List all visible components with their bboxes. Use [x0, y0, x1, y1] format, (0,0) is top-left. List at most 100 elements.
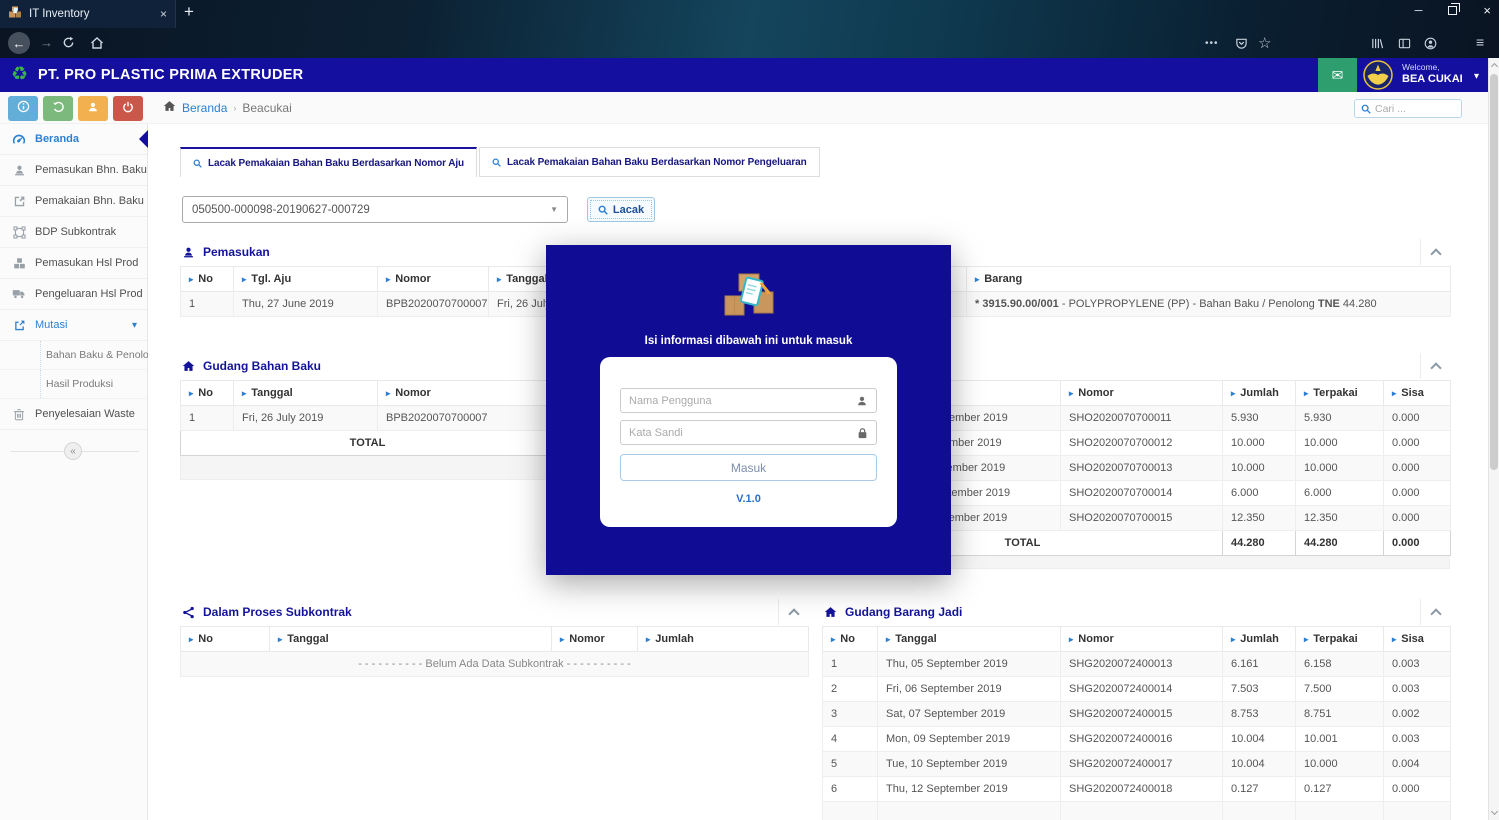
- username-input[interactable]: [629, 395, 850, 407]
- library-icon[interactable]: [1370, 37, 1384, 53]
- masuk-button[interactable]: Masuk: [620, 454, 877, 481]
- col-header-nomor[interactable]: ▸Nomor: [552, 627, 638, 652]
- col-header-no[interactable]: ▸No: [181, 267, 234, 292]
- sidebar-item-label: Mutasi: [35, 319, 67, 331]
- sidebar-subitem-bahan-baku-penolong[interactable]: Bahan Baku & Penolong: [0, 341, 147, 370]
- col-header-jumlah[interactable]: ▸Jumlah: [1223, 381, 1296, 406]
- col-header-sisa[interactable]: ▸Sisa: [1384, 381, 1451, 406]
- sidebar-item-penyelesaian-waste[interactable]: Penyelesaian Waste: [0, 399, 147, 430]
- sidebar-item-label: BDP Subkontrak: [35, 226, 116, 238]
- menu-hamburger-icon[interactable]: ≡: [1476, 34, 1484, 50]
- col-header-nomor[interactable]: ▸Nomor: [1061, 381, 1223, 406]
- page-actions-icon[interactable]: •••: [1205, 38, 1219, 49]
- lacak-button[interactable]: Lacak: [587, 197, 655, 222]
- collapse-panel-button[interactable]: [1420, 353, 1450, 379]
- col-header-barang[interactable]: ▸Barang: [967, 267, 1451, 292]
- col-header-jumlah[interactable]: ▸Jumlah: [1223, 627, 1296, 652]
- col-header-tanggal[interactable]: ▸Tanggal: [878, 627, 1061, 652]
- profile-button[interactable]: [78, 96, 108, 121]
- sidebar-toggle-icon[interactable]: [1398, 37, 1411, 53]
- col-header-no[interactable]: ▸No: [181, 627, 270, 652]
- col-header-jumlah[interactable]: ▸Jumlah: [638, 627, 809, 652]
- window-close-icon[interactable]: ×: [1483, 3, 1491, 18]
- power-icon: [122, 100, 134, 118]
- back-button[interactable]: ←: [8, 32, 30, 54]
- col-header-nomor[interactable]: ▸Nomor: [378, 267, 489, 292]
- pocket-icon[interactable]: [1235, 37, 1248, 53]
- page-scrollbar[interactable]: [1488, 58, 1499, 820]
- tab-lacak-nomor-pengeluaran[interactable]: Lacak Pemakaian Bahan Baku Berdasarkan N…: [479, 147, 820, 177]
- user-menu[interactable]: Welcome, BEA CUKAI: [1402, 62, 1463, 85]
- col-header-no[interactable]: ▸No: [823, 627, 878, 652]
- table-row: [823, 802, 1451, 820]
- breadcrumb-separator: ›: [233, 103, 236, 113]
- version-link[interactable]: V.1.0: [600, 493, 897, 505]
- col-header-tanggal[interactable]: ▸Tanggal: [234, 381, 378, 406]
- col-header-terpakai[interactable]: ▸Terpakai: [1296, 627, 1384, 652]
- sidebar-collapse-button[interactable]: «: [64, 442, 82, 460]
- refresh-icon[interactable]: [62, 36, 75, 54]
- sidebar-item-label: Penyelesaian Waste: [35, 408, 135, 420]
- table-row: 5Tue, 10 September 2019SHG20200724000171…: [823, 752, 1451, 777]
- col-header-tanggal[interactable]: ▸Tanggal: [270, 627, 552, 652]
- logout-button[interactable]: [113, 96, 143, 121]
- account-icon[interactable]: [1424, 37, 1437, 53]
- mail-button[interactable]: ✉: [1318, 58, 1357, 92]
- info-button[interactable]: [8, 96, 38, 121]
- sidebar-item-beranda[interactable]: Beranda: [0, 124, 147, 155]
- subkontrak-table: ▸No ▸Tanggal ▸Nomor ▸Jumlah - - - - - - …: [180, 626, 809, 677]
- col-header-sisa[interactable]: ▸Sisa: [1384, 627, 1451, 652]
- search-icon: [1361, 104, 1371, 114]
- sidebar-item-bdp-subkontrak[interactable]: BDP Subkontrak: [0, 217, 147, 248]
- nomor-aju-select[interactable]: 050500-000098-20190627-000729 ▼: [182, 196, 568, 223]
- trash-icon: [12, 408, 26, 421]
- person-icon: [87, 100, 99, 118]
- sidebar-item-pemakaian-bhn-baku[interactable]: Pemakaian Bhn. Baku: [0, 186, 147, 217]
- sidebar-subitem-hasil-produksi[interactable]: Hasil Produksi: [0, 370, 147, 399]
- window-controls: ─ ×: [1415, 3, 1491, 18]
- tab-title: IT Inventory: [29, 8, 153, 20]
- dashboard-icon: [12, 132, 26, 146]
- bookmark-star-icon[interactable]: ☆: [1258, 34, 1271, 52]
- scroll-up-icon[interactable]: [1490, 63, 1497, 70]
- customs-emblem-logo[interactable]: [1363, 60, 1393, 95]
- restore-icon[interactable]: [1448, 6, 1457, 15]
- recycle-logo-icon: ♻: [11, 64, 28, 86]
- collapse-panel-button[interactable]: [778, 599, 808, 625]
- scrollbar-thumb[interactable]: [1490, 74, 1498, 470]
- new-tab-button[interactable]: +: [184, 2, 194, 22]
- sidebar-item-pemasukan-hsl-prod[interactable]: Pemasukan Hsl Prod: [0, 248, 147, 279]
- col-header-no[interactable]: ▸No: [181, 381, 234, 406]
- home-icon: [182, 360, 195, 372]
- search-input[interactable]: [1375, 103, 1445, 115]
- sidebar-item-mutasi[interactable]: Mutasi ▾: [0, 310, 147, 341]
- username-label: BEA CUKAI: [1402, 73, 1463, 85]
- scroll-down-icon[interactable]: [1490, 808, 1497, 815]
- browser-tab[interactable]: IT Inventory ×: [0, 0, 176, 28]
- collapse-panel-button[interactable]: [1420, 599, 1450, 625]
- history-button[interactable]: [43, 96, 73, 121]
- sidebar-item-label: Beranda: [35, 133, 79, 145]
- external-link-icon: [12, 319, 26, 332]
- col-header-terpakai[interactable]: ▸Terpakai: [1296, 381, 1384, 406]
- sidebar-item-pengeluaran-hsl-prod[interactable]: Pengeluaran Hsl Prod: [0, 279, 147, 310]
- col-header-nomor[interactable]: ▸Nomor: [378, 381, 555, 406]
- minimize-icon[interactable]: ─: [1415, 5, 1423, 17]
- col-header-tgl-aju[interactable]: ▸Tgl. Aju: [234, 267, 378, 292]
- collapse-panel-button[interactable]: [1420, 239, 1450, 265]
- tab-close-icon[interactable]: ×: [160, 7, 167, 21]
- gudang-barang-jadi-table: ▸No ▸Tanggal ▸Nomor ▸Jumlah ▸Terpakai ▸S…: [822, 626, 1451, 820]
- global-search[interactable]: [1354, 99, 1462, 118]
- selected-value: 050500-000098-20190627-000729: [192, 204, 370, 216]
- login-modal: Isi informasi dibawah ini untuk masuk Ma…: [546, 245, 951, 575]
- tab-lacak-nomor-aju[interactable]: Lacak Pemakaian Bahan Baku Berdasarkan N…: [180, 147, 477, 177]
- password-input[interactable]: [629, 427, 851, 439]
- home-button-icon[interactable]: [90, 36, 104, 55]
- empty-row: - - - - - - - - - - Belum Ada Data Subko…: [181, 652, 809, 677]
- user-caret-down-icon[interactable]: ▾: [1474, 71, 1479, 82]
- breadcrumb-home-link[interactable]: Beranda: [182, 101, 227, 115]
- object-group-icon: [12, 226, 26, 239]
- col-header-nomor[interactable]: ▸Nomor: [1061, 627, 1223, 652]
- forward-button[interactable]: →: [40, 35, 53, 50]
- sidebar-item-pemasukan-bhn-baku[interactable]: Pemasukan Bhn. Baku: [0, 155, 147, 186]
